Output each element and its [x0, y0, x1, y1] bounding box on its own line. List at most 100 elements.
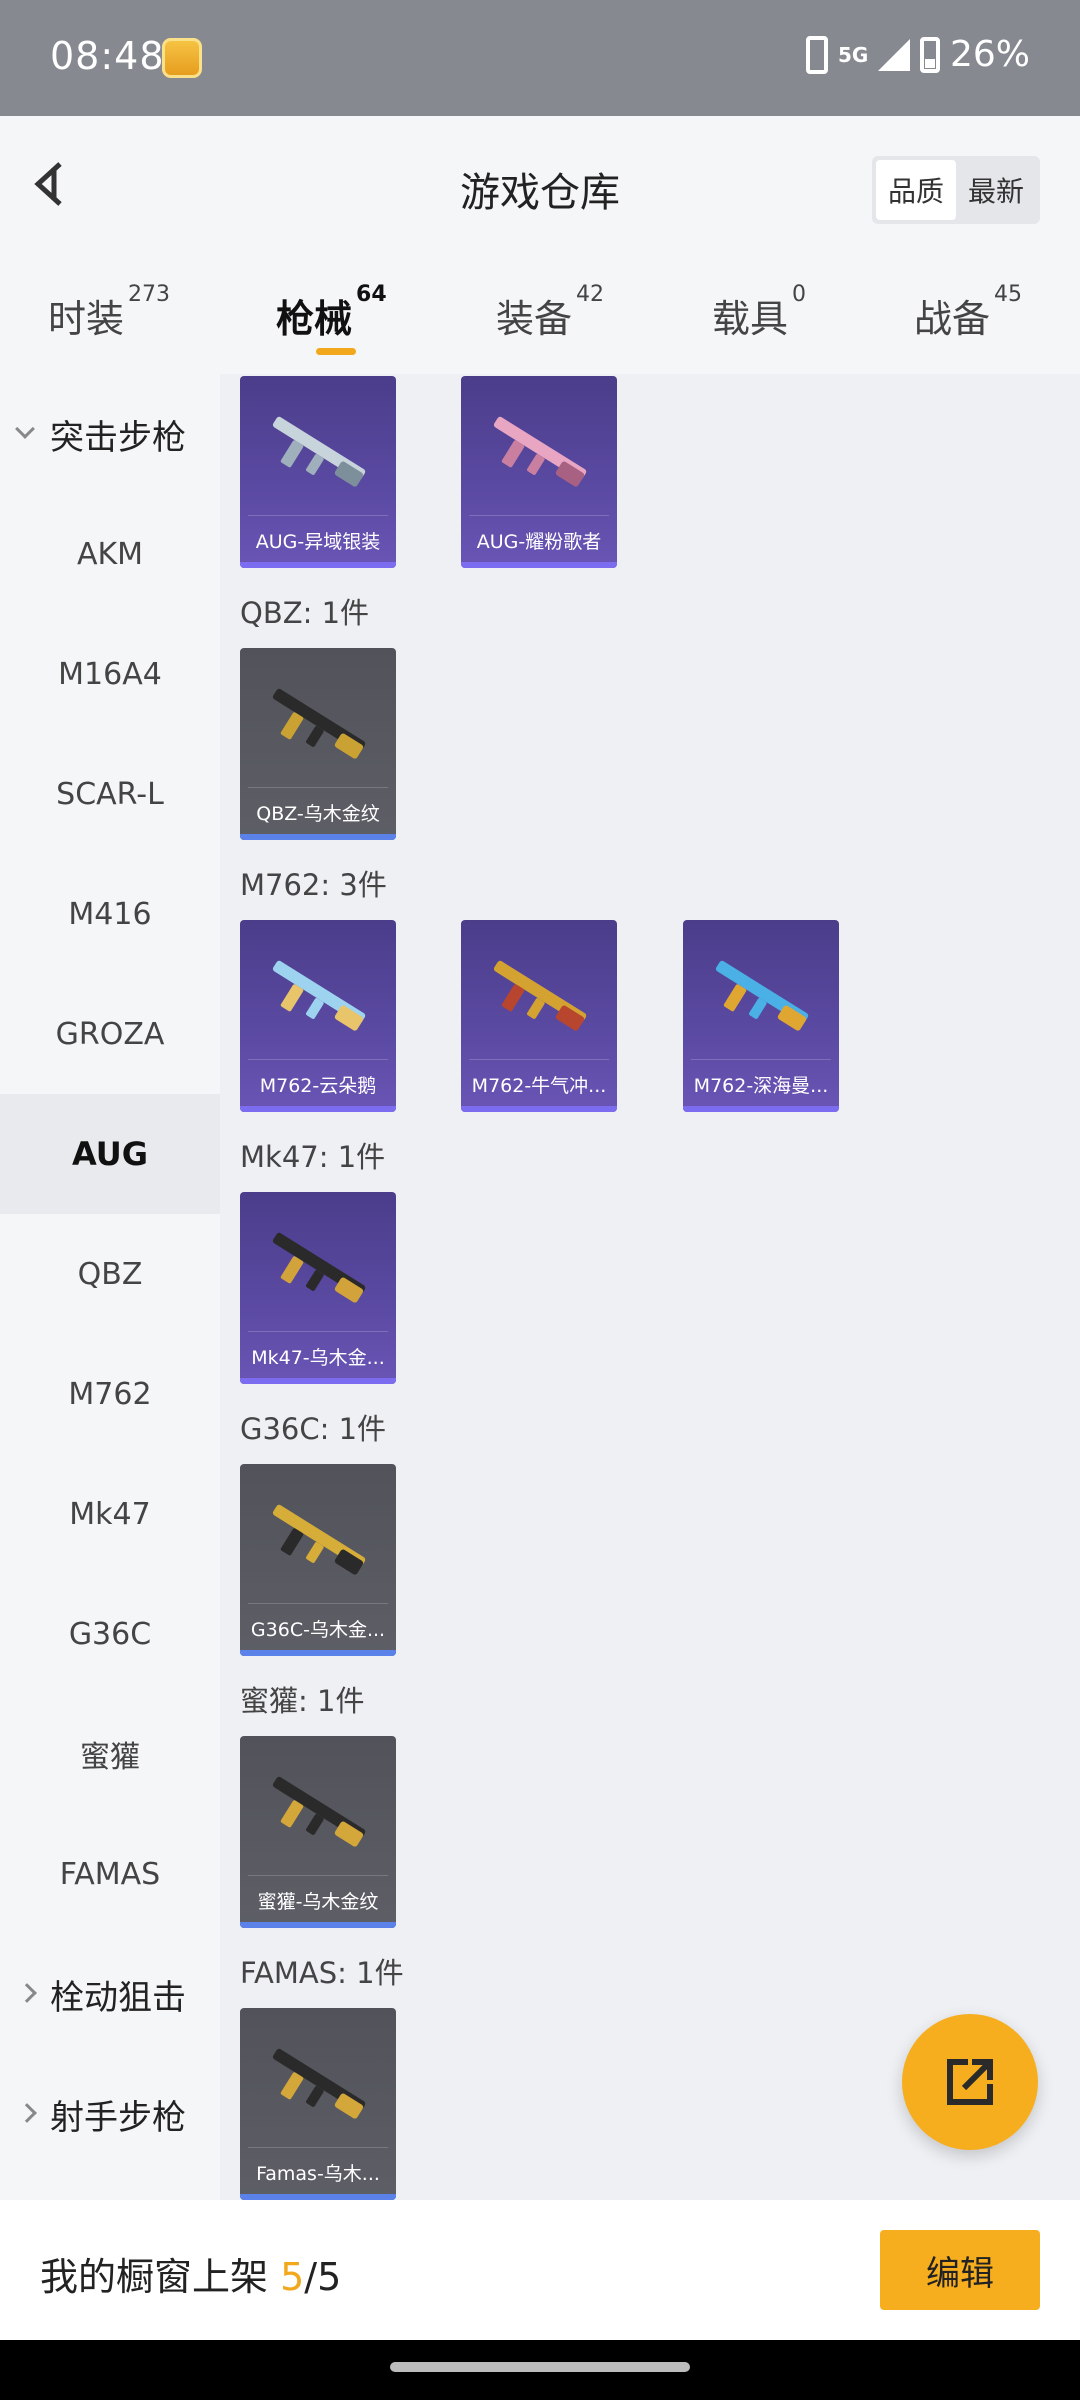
weapon-card[interactable]: G36C-乌木金... [240, 1464, 396, 1656]
app-notification-icon [162, 38, 202, 78]
weapon-name: AUG-异域银装 [255, 531, 381, 553]
weapon-card[interactable]: AUG-耀粉歌者 [461, 376, 617, 568]
sidebar-item-aug[interactable]: AUG [0, 1094, 220, 1214]
rifle-icon [493, 416, 587, 487]
sort-option-quality[interactable]: 品质 [875, 160, 956, 220]
quality-bar [461, 1106, 617, 1112]
card-divider [248, 515, 388, 516]
weapon-card[interactable]: 蜜獾-乌木金纹 [240, 1736, 396, 1928]
sidebar-group-label: 突击步枪 [50, 417, 186, 458]
weapon-card[interactable]: Famas-乌木... [240, 2008, 396, 2200]
card-divider [248, 1331, 388, 1332]
sidebar-group-marksman-rifles[interactable]: 射手步枪 [0, 2054, 220, 2174]
rifle-icon [272, 1232, 366, 1303]
weapon-name: G36C-乌木金... [250, 1619, 386, 1641]
section-label-g36c: G36C: 1件 [240, 1412, 387, 1446]
quality-bar [461, 562, 617, 568]
card-divider [469, 1059, 609, 1060]
tab-weapons[interactable]: 枪械64 [276, 282, 387, 343]
system-indicators: 5G 26% [805, 34, 1030, 75]
sidebar-item-honey-badger[interactable]: 蜜獾 [0, 1694, 220, 1814]
sidebar-item-groza[interactable]: GROZA [0, 974, 220, 1094]
share-external-icon [947, 2059, 993, 2105]
showcase-total: /5 [304, 2255, 342, 2299]
section-label-qbz: QBZ: 1件 [240, 596, 370, 630]
tab-fashion[interactable]: 时装273 [48, 282, 170, 343]
card-divider [691, 1059, 831, 1060]
tab-label: 时装 [48, 297, 125, 341]
tab-label: 装备 [496, 297, 573, 341]
rifle-icon [272, 1776, 366, 1847]
weapon-card[interactable]: Mk47-乌木金... [240, 1192, 396, 1384]
sidebar-item-scar-l[interactable]: SCAR-L [0, 734, 220, 854]
weapon-name: Famas-乌木... [256, 2163, 380, 2185]
tab-count: 0 [792, 282, 807, 307]
section-label-mk47: Mk47: 1件 [240, 1140, 386, 1174]
tab-supplies[interactable]: 战备45 [914, 282, 1022, 343]
battery-percent: 26% [949, 34, 1030, 75]
network-type: 5G [837, 42, 869, 67]
sidebar-item-m762[interactable]: M762 [0, 1334, 220, 1454]
tab-label: 战备 [914, 297, 991, 341]
active-tab-indicator [316, 348, 356, 355]
weapon-name: 蜜獾-乌木金纹 [257, 1891, 379, 1913]
sort-option-newest[interactable]: 最新 [956, 160, 1036, 220]
sidebar-group-assault-rifles[interactable]: 突击步枪 [0, 374, 220, 494]
showcase-count: 5 [280, 2255, 305, 2299]
weapon-list: AUG-异域银装 AUG-耀粉歌者 QBZ: 1件 QBZ-乌木金纹 M762:… [220, 374, 1080, 2200]
card-divider [248, 1059, 388, 1060]
quality-bar [240, 1922, 396, 1928]
tab-count: 42 [576, 282, 605, 307]
weapon-category-sidebar: 突击步枪 AKM M16A4 SCAR-L M416 GROZA AUG QBZ… [0, 374, 220, 2200]
weapon-card[interactable]: M762-云朵鹅 [240, 920, 396, 1112]
chevron-right-icon [17, 2103, 37, 2123]
sidebar-item-akm[interactable]: AKM [0, 494, 220, 614]
sidebar-item-g36c[interactable]: G36C [0, 1574, 220, 1694]
rifle-icon [715, 960, 809, 1031]
sidebar-item-qbz[interactable]: QBZ [0, 1214, 220, 1334]
sidebar-item-mk47[interactable]: Mk47 [0, 1454, 220, 1574]
weapon-card[interactable]: M762-深海曼... [683, 920, 839, 1112]
quality-bar [240, 1106, 396, 1112]
status-bar: 08:48 5G 26% [0, 0, 1080, 116]
home-gesture-handle[interactable] [390, 2362, 690, 2372]
card-divider [248, 787, 388, 788]
category-tabs: 时装273 枪械64 装备42 载具0 战备45 [0, 258, 1080, 374]
weapon-card[interactable]: M762-牛气冲... [461, 920, 617, 1112]
share-button[interactable] [902, 2014, 1038, 2150]
tab-count: 64 [356, 282, 387, 307]
sidebar-item-m16a4[interactable]: M16A4 [0, 614, 220, 734]
rifle-icon [493, 960, 587, 1031]
weapon-name: Mk47-乌木金... [251, 1347, 385, 1369]
rifle-icon [272, 416, 366, 487]
status-time: 08:48 [50, 34, 165, 78]
system-navigation-bar [0, 2340, 1080, 2400]
rifle-icon [272, 1504, 366, 1575]
weapon-card[interactable]: QBZ-乌木金纹 [240, 648, 396, 840]
sidebar-group-label: 栓动狙击 [50, 1977, 186, 2018]
chevron-right-icon [17, 1983, 37, 2003]
card-divider [248, 1875, 388, 1876]
sidebar-item-m416[interactable]: M416 [0, 854, 220, 974]
sidebar-group-label: 射手步枪 [50, 2097, 186, 2138]
weapon-card[interactable]: AUG-异域银装 [240, 376, 396, 568]
rifle-icon [272, 688, 366, 759]
sidebar-item-famas[interactable]: FAMAS [0, 1814, 220, 1934]
tab-label: 载具 [712, 297, 789, 341]
weapon-name: AUG-耀粉歌者 [476, 531, 602, 553]
quality-bar [683, 1106, 839, 1112]
sort-toggle: 品质 最新 [871, 156, 1040, 224]
sim-icon [805, 35, 828, 74]
signal-icon [877, 38, 910, 71]
tab-label: 枪械 [276, 297, 353, 341]
rifle-icon [272, 960, 366, 1031]
sidebar-group-bolt-snipers[interactable]: 栓动狙击 [0, 1934, 220, 2054]
section-label-honey-badger: 蜜獾: 1件 [240, 1684, 365, 1718]
card-divider [248, 1603, 388, 1604]
tab-count: 273 [128, 282, 171, 307]
weapon-name: M762-云朵鹅 [259, 1075, 377, 1097]
edit-button[interactable]: 编辑 [880, 2230, 1040, 2310]
tab-count: 45 [994, 282, 1023, 307]
tab-equipment[interactable]: 装备42 [496, 282, 604, 343]
tab-vehicles[interactable]: 载具0 [712, 282, 806, 343]
